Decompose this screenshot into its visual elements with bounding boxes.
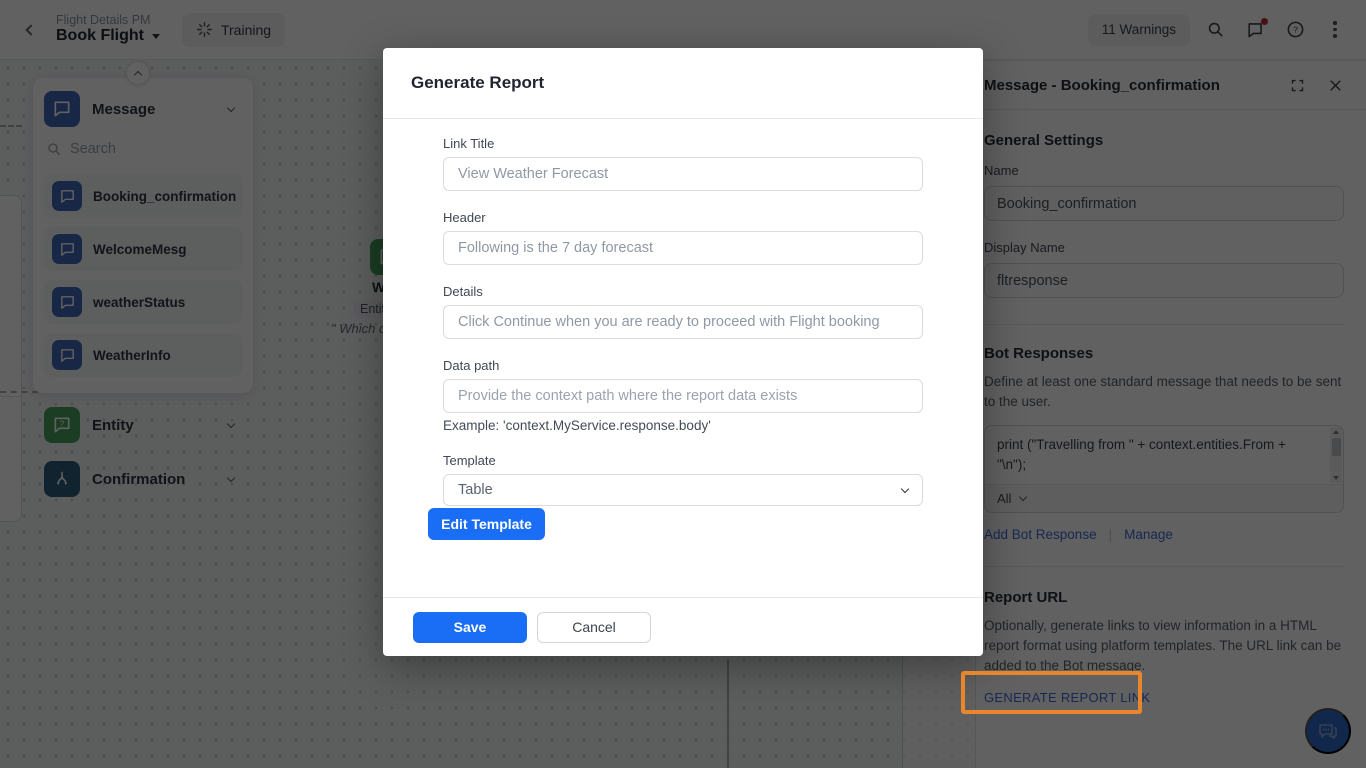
data-path-example: Example: 'context.MyService.response.bod… [443, 418, 923, 433]
modal-footer: Save Cancel [383, 597, 983, 656]
cancel-button[interactable]: Cancel [537, 612, 651, 643]
details-field[interactable] [443, 305, 923, 339]
highlight-annotation [961, 671, 1142, 714]
link-title-label: Link Title [443, 136, 923, 151]
template-value: Table [458, 482, 493, 498]
template-select[interactable]: Table [443, 474, 923, 506]
save-button[interactable]: Save [413, 612, 527, 643]
generate-report-modal: Generate Report Link Title Header Detail… [383, 48, 983, 656]
template-label: Template [443, 453, 923, 468]
header-field[interactable] [443, 231, 923, 265]
edit-template-button[interactable]: Edit Template [428, 508, 545, 540]
details-label: Details [443, 284, 923, 299]
modal-title: Generate Report [411, 73, 544, 93]
data-path-label: Data path [443, 358, 923, 373]
header-label: Header [443, 210, 923, 225]
modal-header: Generate Report [383, 48, 983, 119]
link-title-field[interactable] [443, 157, 923, 191]
chevron-down-icon [901, 484, 909, 492]
data-path-field[interactable] [443, 379, 923, 413]
app-screen: Flight Details PM Book Flight Training 1… [0, 0, 1366, 768]
